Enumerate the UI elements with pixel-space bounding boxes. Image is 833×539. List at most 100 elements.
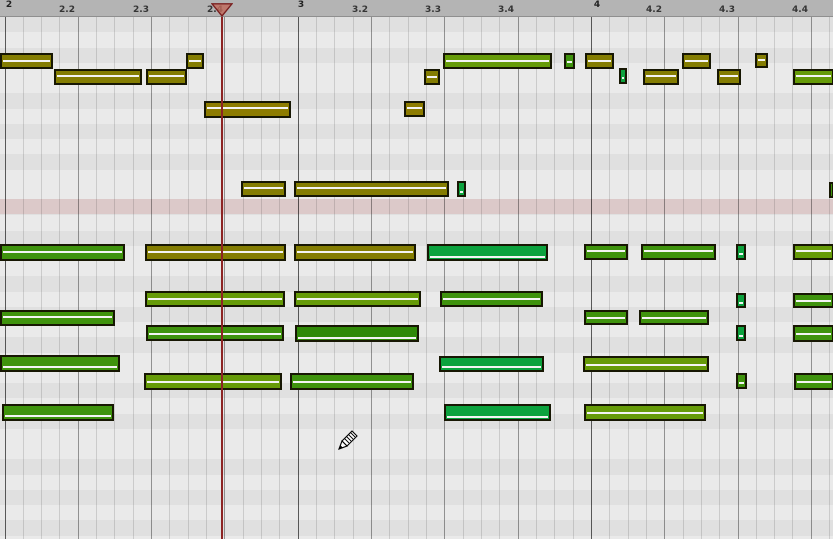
- bar-label: 4: [593, 0, 601, 10]
- midi-note[interactable]: [145, 244, 286, 261]
- midi-note[interactable]: [146, 69, 187, 85]
- sub-beat-line: [59, 17, 61, 539]
- velocity-line: [796, 333, 831, 335]
- beat-line: [224, 17, 226, 539]
- midi-note[interactable]: [793, 325, 833, 342]
- midi-note[interactable]: [439, 356, 544, 372]
- row-stripe: [0, 139, 833, 155]
- row-stripe: [0, 215, 833, 231]
- velocity-line: [189, 60, 201, 62]
- sub-beat-line: [242, 17, 244, 539]
- timeline-ruler[interactable]: 2 3 4 2.2 2.3 2.4 3.2 3.3 3.4 4.2 4.3 4.4: [0, 0, 833, 17]
- velocity-line: [148, 251, 283, 253]
- velocity-line: [460, 191, 463, 193]
- row-stripe: [0, 17, 833, 33]
- midi-note[interactable]: [584, 244, 628, 260]
- midi-editor: 2 3 4 2.2 2.3 2.4 3.2 3.3 3.4 4.2 4.3 4.4: [0, 0, 833, 539]
- velocity-line: [57, 75, 139, 77]
- midi-note[interactable]: [736, 244, 746, 260]
- velocity-line: [148, 298, 282, 300]
- midi-note[interactable]: [2, 404, 114, 421]
- midi-note[interactable]: [793, 293, 833, 308]
- midi-note[interactable]: [584, 404, 706, 421]
- sub-beat-line: [609, 17, 611, 539]
- midi-note[interactable]: [585, 53, 614, 69]
- midi-note[interactable]: [682, 53, 711, 69]
- velocity-line: [796, 250, 831, 252]
- midi-note[interactable]: [443, 53, 552, 69]
- midi-note[interactable]: [794, 373, 833, 390]
- midi-note[interactable]: [427, 244, 548, 261]
- velocity-line: [642, 317, 706, 319]
- velocity-line: [442, 366, 541, 368]
- midi-note[interactable]: [639, 310, 709, 325]
- velocity-line: [447, 416, 548, 418]
- velocity-line: [446, 60, 549, 62]
- beat-label: 4.2: [646, 5, 662, 15]
- midi-note[interactable]: [0, 355, 120, 372]
- midi-note[interactable]: [829, 182, 833, 198]
- midi-note[interactable]: [294, 244, 416, 261]
- velocity-line: [587, 412, 703, 414]
- midi-note[interactable]: [440, 291, 543, 307]
- sub-beat-line: [187, 17, 189, 539]
- midi-note[interactable]: [204, 101, 291, 118]
- midi-note[interactable]: [584, 310, 628, 325]
- midi-note[interactable]: [0, 53, 53, 69]
- midi-note[interactable]: [619, 68, 627, 84]
- midi-note[interactable]: [404, 101, 425, 117]
- midi-note[interactable]: [457, 181, 466, 197]
- sub-beat-line: [334, 17, 336, 539]
- midi-note[interactable]: [144, 373, 282, 390]
- bar-line: [4, 0, 6, 539]
- sub-beat-line: [96, 17, 98, 539]
- velocity-line: [797, 381, 831, 383]
- midi-note[interactable]: [736, 293, 746, 308]
- midi-note[interactable]: [294, 291, 421, 307]
- velocity-line: [443, 298, 540, 300]
- midi-note[interactable]: [564, 53, 575, 69]
- midi-note[interactable]: [0, 310, 115, 326]
- sub-beat-line: [132, 17, 134, 539]
- midi-note[interactable]: [0, 244, 125, 261]
- midi-note[interactable]: [294, 181, 449, 197]
- velocity-line: [588, 60, 611, 62]
- midi-note[interactable]: [736, 325, 746, 341]
- midi-note[interactable]: [146, 325, 284, 341]
- beat-line: [664, 17, 666, 539]
- midi-note[interactable]: [641, 244, 716, 260]
- sub-beat-line: [316, 17, 318, 539]
- midi-note[interactable]: [290, 373, 414, 390]
- sub-beat-line: [792, 17, 794, 539]
- row-stripe: [0, 489, 833, 505]
- midi-note[interactable]: [755, 53, 768, 68]
- midi-note[interactable]: [54, 69, 142, 85]
- note-grid[interactable]: [0, 0, 833, 539]
- beat-line: [810, 17, 812, 539]
- row-stripe: [0, 261, 833, 277]
- sub-beat-line: [535, 17, 537, 539]
- midi-note[interactable]: [793, 244, 833, 260]
- sub-beat-line: [755, 17, 757, 539]
- row-stripe: [0, 398, 833, 414]
- midi-note[interactable]: [295, 325, 419, 342]
- playhead-triangle: [211, 3, 233, 17]
- midi-note[interactable]: [736, 373, 747, 389]
- midi-note[interactable]: [444, 404, 551, 421]
- row-stripe: [0, 474, 833, 490]
- velocity-line: [586, 364, 706, 366]
- midi-note[interactable]: [643, 69, 679, 85]
- midi-note[interactable]: [145, 291, 285, 307]
- row-stripe: [0, 428, 833, 444]
- velocity-line: [3, 316, 112, 318]
- midi-note[interactable]: [583, 356, 709, 372]
- midi-note[interactable]: [793, 69, 833, 85]
- midi-note[interactable]: [424, 69, 440, 85]
- midi-note[interactable]: [186, 53, 204, 69]
- sub-beat-line: [627, 17, 629, 539]
- sub-beat-line: [22, 17, 24, 539]
- midi-note[interactable]: [717, 69, 741, 85]
- highlighted-row: [0, 199, 833, 214]
- midi-note[interactable]: [241, 181, 286, 197]
- playhead-marker[interactable]: [211, 3, 233, 17]
